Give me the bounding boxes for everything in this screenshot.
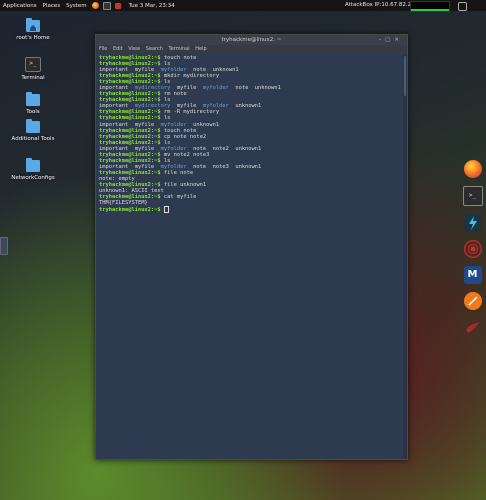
desktop-icon-label: Tools xyxy=(26,109,40,115)
command-text: mkdir mydirectory xyxy=(163,73,220,80)
desktop-icon-label: root's Home xyxy=(16,35,50,41)
terminal-window[interactable]: tryhackme@linux2: ~ –▢✕ File Edit View S… xyxy=(95,34,408,460)
bird-icon[interactable] xyxy=(464,318,482,336)
system-menu[interactable]: System xyxy=(63,3,90,9)
desktop-icon-networkconfigs[interactable]: NetworkConfigs xyxy=(3,158,63,181)
desktop-icon-label: Terminal xyxy=(21,75,45,81)
menu-search[interactable]: Search xyxy=(146,46,163,52)
menu-view[interactable]: View xyxy=(128,46,140,52)
maximize-icon[interactable]: ▢ xyxy=(385,37,394,43)
menu-terminal[interactable]: Terminal xyxy=(169,46,190,52)
firefox-launcher-icon[interactable] xyxy=(91,2,99,9)
target-icon[interactable] xyxy=(463,240,482,258)
desktop-icon-label: NetworkConfigs xyxy=(11,175,55,181)
tray-icon[interactable] xyxy=(458,2,467,11)
output-text: unknown1 xyxy=(228,103,262,110)
applications-menu[interactable]: Applications xyxy=(0,3,40,9)
scrollbar[interactable] xyxy=(403,54,407,459)
command-text: rm -R mydirectory xyxy=(163,109,220,116)
burp-icon[interactable] xyxy=(463,214,482,232)
clock[interactable]: Tue 3 Mar, 23:34 xyxy=(129,3,175,9)
window-controls: –▢✕ xyxy=(378,35,403,45)
terminal-output[interactable]: tryhackme@linux2:~$ touch note tryhackme@… xyxy=(96,54,407,459)
terminal-icon: >_ xyxy=(25,57,41,72)
home-folder-icon xyxy=(26,18,40,32)
command-text: file unknown1 xyxy=(163,181,207,188)
window-title: tryhackme@linux2: ~ xyxy=(221,37,282,43)
directory-name: myfolder xyxy=(202,85,229,92)
lightning-glyph xyxy=(468,216,477,230)
folder-icon xyxy=(26,158,40,172)
menu-help[interactable]: Help xyxy=(195,46,206,52)
editor-launcher-icon[interactable] xyxy=(114,2,121,9)
desktop-icon-tools[interactable]: Tools xyxy=(3,92,63,115)
pen-glyph xyxy=(467,296,478,306)
house-glyph xyxy=(30,25,36,31)
terminal-launcher-icon[interactable] xyxy=(102,1,111,10)
metasploit-icon[interactable]: M xyxy=(463,266,482,284)
desktop-icon-terminal[interactable]: >_ Terminal xyxy=(3,57,63,81)
folder-icon xyxy=(26,92,40,106)
close-icon[interactable]: ✕ xyxy=(394,37,403,43)
top-panel: Applications Places System Tue 3 Mar, 23… xyxy=(0,0,486,12)
text-cursor xyxy=(163,206,169,214)
folder-icon xyxy=(26,119,40,133)
window-titlebar[interactable]: tryhackme@linux2: ~ –▢✕ xyxy=(96,35,407,45)
command-text: mv note2 note3 xyxy=(163,151,210,158)
terminal-menubar: File Edit View Search Terminal Help xyxy=(96,45,407,54)
shell-prompt: tryhackme@linux2:~$ xyxy=(99,207,164,214)
terminal-command-line: tryhackme@linux2:~$ xyxy=(99,206,404,214)
desktop-icon-home[interactable]: root's Home xyxy=(3,18,63,41)
zap-icon[interactable] xyxy=(463,292,482,310)
command-text: cat myfile xyxy=(163,194,197,201)
desktop-icon-additional-tools[interactable]: Additional Tools xyxy=(3,119,63,142)
system-monitor-graph[interactable] xyxy=(410,1,450,12)
menu-file[interactable]: File xyxy=(99,46,107,52)
bird-glyph xyxy=(465,322,480,333)
ip-indicator: AttackBox IP:10.67.82.204 xyxy=(345,2,419,8)
command-text: file note xyxy=(163,169,194,176)
terminal-icon[interactable]: >_ xyxy=(462,186,483,206)
desktop-icon-label: Additional Tools xyxy=(11,136,55,142)
side-panel-handle[interactable] xyxy=(0,237,8,255)
places-menu[interactable]: Places xyxy=(40,3,64,9)
output-text: note unknown1 xyxy=(228,85,281,92)
output-text: note note3 unknown1 xyxy=(186,163,262,170)
right-dock: >_ M xyxy=(459,160,486,340)
menu-edit[interactable]: Edit xyxy=(113,46,123,52)
firefox-icon[interactable] xyxy=(463,160,482,178)
